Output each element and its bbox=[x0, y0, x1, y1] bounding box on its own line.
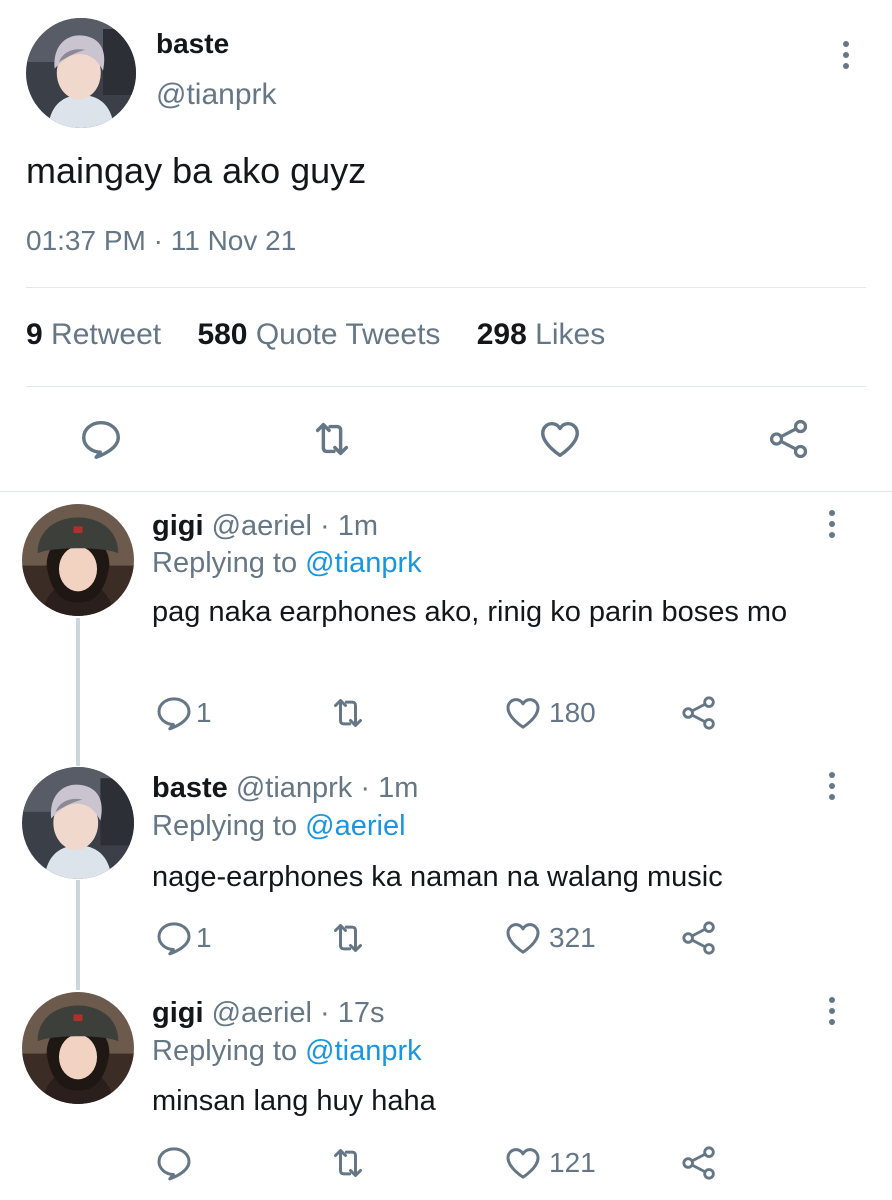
more-options-icon[interactable] bbox=[841, 40, 851, 70]
replying-to: Replying to @tianprk bbox=[152, 1035, 422, 1067]
reply-icon[interactable] bbox=[154, 918, 194, 958]
share-icon[interactable] bbox=[679, 1143, 719, 1183]
reply-text: pag naka earphones ako, rinig ko parin b… bbox=[152, 596, 788, 628]
retweet-icon[interactable] bbox=[328, 693, 368, 733]
thread-line bbox=[76, 880, 80, 990]
reply-header: gigi @aeriel · 17s bbox=[152, 997, 385, 1029]
author-avatar[interactable] bbox=[26, 18, 136, 128]
reply-more-icon[interactable] bbox=[827, 509, 837, 539]
retweet-icon[interactable] bbox=[328, 918, 368, 958]
tweet-stats: 9 Retweet 580 Quote Tweets 298 Likes bbox=[26, 318, 633, 352]
tweet-timestamp[interactable]: 01:37 PM · 11 Nov 21 bbox=[26, 225, 296, 257]
like-count: 321 bbox=[549, 922, 596, 953]
replying-to-link[interactable]: @tianprk bbox=[305, 1035, 421, 1067]
reply-author-handle[interactable]: @aeriel bbox=[212, 510, 312, 542]
reply-icon[interactable] bbox=[154, 1143, 194, 1183]
author-name[interactable]: baste bbox=[156, 28, 229, 60]
reply-text: minsan lang huy haha bbox=[152, 1085, 436, 1117]
retweet-icon[interactable] bbox=[328, 1143, 368, 1183]
like-icon[interactable] bbox=[503, 918, 543, 958]
replying-to: Replying to @aeriel bbox=[152, 810, 406, 842]
divider bbox=[26, 386, 866, 387]
reply-more-icon[interactable] bbox=[827, 771, 837, 801]
reply-author-name[interactable]: gigi bbox=[152, 997, 204, 1029]
reply-time[interactable]: 17s bbox=[338, 997, 385, 1029]
like-icon[interactable] bbox=[503, 693, 543, 733]
retweet-stat[interactable]: 9 Retweet bbox=[26, 318, 161, 351]
share-icon[interactable] bbox=[679, 693, 719, 733]
like-count: 180 bbox=[549, 697, 596, 728]
reply-count: 1 bbox=[196, 922, 212, 953]
reply-author-handle[interactable]: @tianprk bbox=[236, 772, 352, 804]
likes-stat[interactable]: 298 Likes bbox=[477, 318, 605, 351]
reply-time[interactable]: 1m bbox=[378, 772, 418, 804]
reply-avatar[interactable] bbox=[22, 504, 134, 616]
reply-header: gigi @aeriel · 1m bbox=[152, 510, 379, 542]
replying-to: Replying to @tianprk bbox=[152, 547, 422, 579]
reply-author-name[interactable]: gigi bbox=[152, 510, 204, 542]
reply-count: 1 bbox=[196, 697, 212, 728]
reply-avatar[interactable] bbox=[22, 992, 134, 1104]
like-count: 121 bbox=[549, 1147, 596, 1178]
reply-text: nage-earphones ka naman na walang music bbox=[152, 861, 723, 893]
share-icon[interactable] bbox=[679, 918, 719, 958]
reply-more-icon[interactable] bbox=[827, 996, 837, 1026]
reply-icon[interactable] bbox=[154, 693, 194, 733]
divider bbox=[0, 491, 892, 492]
replying-to-link[interactable]: @aeriel bbox=[305, 810, 405, 842]
divider bbox=[26, 287, 866, 288]
tweet-text: maingay ba ako guyz bbox=[26, 150, 367, 191]
thread-line bbox=[76, 618, 80, 766]
like-icon[interactable] bbox=[503, 1143, 543, 1183]
author-handle[interactable]: @tianprk bbox=[156, 78, 277, 112]
reply-icon[interactable] bbox=[78, 416, 124, 462]
quote-tweets-stat[interactable]: 580 Quote Tweets bbox=[197, 318, 440, 351]
reply-time[interactable]: 1m bbox=[338, 510, 378, 542]
retweet-icon[interactable] bbox=[309, 416, 355, 462]
reply-avatar[interactable] bbox=[22, 767, 134, 879]
share-icon[interactable] bbox=[766, 416, 812, 462]
like-icon[interactable] bbox=[537, 416, 583, 462]
reply-header: baste @tianprk · 1m bbox=[152, 772, 419, 804]
replying-to-link[interactable]: @tianprk bbox=[305, 547, 421, 579]
reply-author-handle[interactable]: @aeriel bbox=[212, 997, 312, 1029]
reply-author-name[interactable]: baste bbox=[152, 772, 228, 804]
